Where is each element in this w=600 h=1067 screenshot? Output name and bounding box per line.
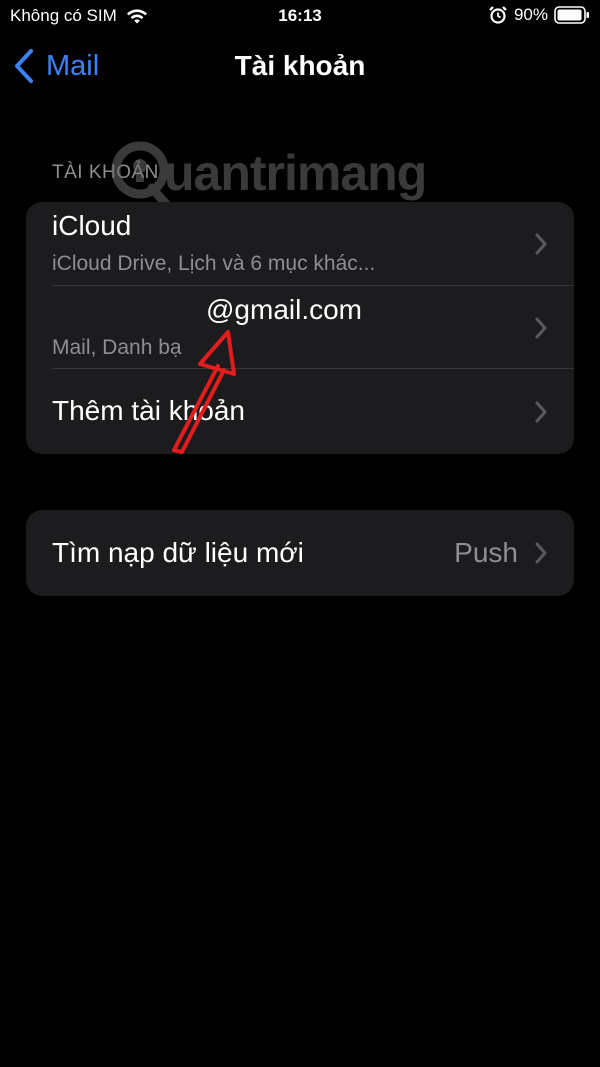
alarm-icon <box>489 6 507 24</box>
watermark-logo: uantrimang <box>108 138 427 208</box>
accounts-group: iCloud iCloud Drive, Lịch và 6 mục khác.… <box>26 202 574 454</box>
fetch-group: Tìm nạp dữ liệu mới Push <box>26 510 574 596</box>
chevron-right-icon <box>535 542 547 564</box>
account-row-gmail[interactable]: @gmail.com Mail, Danh bạ <box>26 286 574 369</box>
battery-percent: 90% <box>513 5 548 24</box>
annotation-arrow-icon <box>172 330 236 454</box>
chevron-right-icon <box>535 317 547 339</box>
chevron-right-icon <box>535 233 547 255</box>
battery-icon <box>554 6 589 24</box>
chevron-right-icon <box>535 401 547 423</box>
watermark-text: uantrimang <box>164 145 427 201</box>
add-account-row[interactable]: Thêm tài khoản <box>26 369 574 454</box>
navigation-bar: Mail Tài khoản <box>0 40 600 94</box>
page-title: Tài khoản <box>234 50 366 81</box>
status-right: 90% <box>488 5 590 25</box>
fetch-new-data-row[interactable]: Tìm nạp dữ liệu mới Push <box>26 510 574 596</box>
account-title: iCloud <box>52 210 132 241</box>
fetch-mode-value: Push <box>454 537 518 568</box>
lightbulb-logo-icon <box>111 141 171 208</box>
account-subtitle: iCloud Drive, Lịch và 6 mục khác... <box>52 252 376 275</box>
account-row-icloud[interactable]: iCloud iCloud Drive, Lịch và 6 mục khác.… <box>26 202 574 286</box>
fetch-new-data-label: Tìm nạp dữ liệu mới <box>52 537 304 568</box>
status-bar: Không có SIM 16:13 90% <box>0 0 600 34</box>
